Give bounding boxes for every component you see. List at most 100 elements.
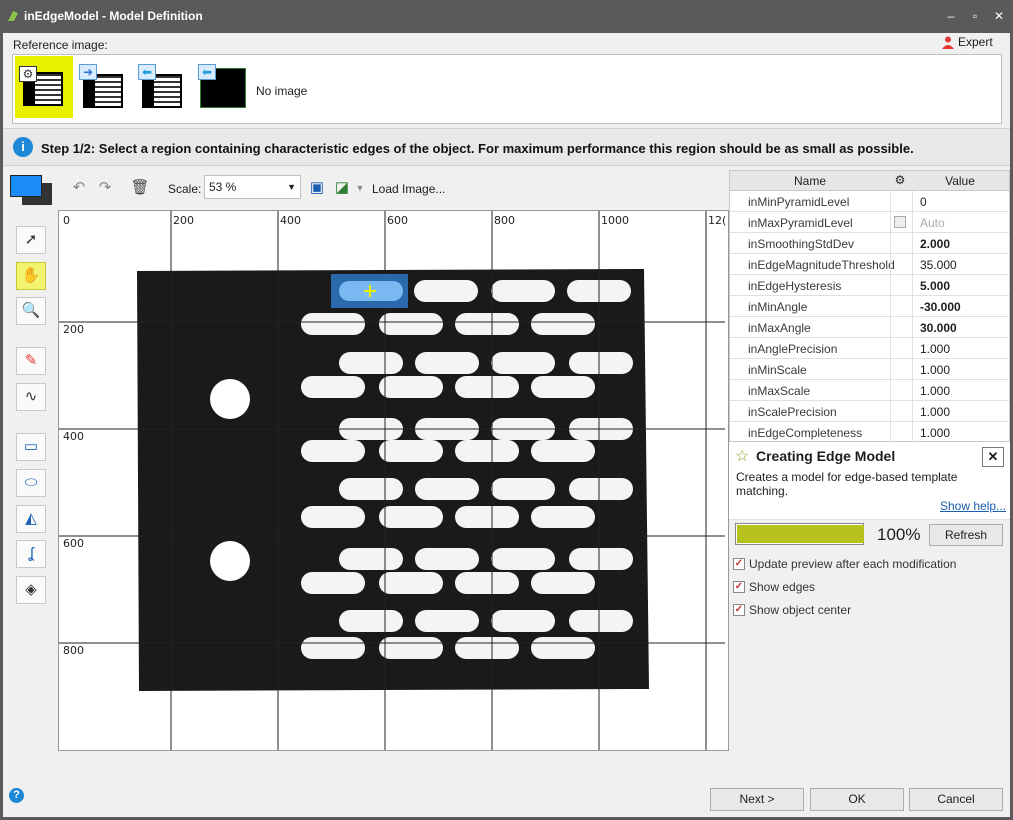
polygon-tool[interactable]: ◭ [16,505,46,533]
pan-tool[interactable]: ✋ [16,262,46,290]
lasso-tool[interactable]: ʆ [16,540,46,568]
property-row[interactable]: inSmoothingStdDev 2.000 [730,233,1009,254]
redo-icon[interactable]: ↷ [94,178,116,198]
minimize-button[interactable]: – [942,8,960,24]
plate-slot [531,637,595,659]
help-icon[interactable]: ? [9,788,24,803]
property-value[interactable]: 1.000 [920,342,950,356]
property-row[interactable]: inMaxScale 1.000 [730,380,1009,401]
plate-slot [415,478,479,500]
filter-info-panel: ☆ Creating Edge Model Creates a model fo… [729,442,1010,520]
ok-button[interactable]: OK [810,788,904,811]
fit-to-window-icon[interactable]: ▣ [306,178,328,198]
property-value[interactable]: 1.000 [920,405,950,419]
reference-thumb-current[interactable]: ⚙ [15,56,73,118]
plate-slot [491,352,555,374]
property-value[interactable]: 5.000 [920,279,950,293]
close-icon[interactable]: ✕ [982,447,1004,467]
ellipse-icon: ⬭ [24,474,38,491]
property-value[interactable]: -30.000 [920,300,961,314]
ruler-x-label: 400 [280,214,301,227]
property-row[interactable]: inEdgeCompleteness 1.000 [730,422,1009,443]
property-row[interactable]: inMinScale 1.000 [730,359,1009,380]
plate-slot [415,610,479,632]
close-button[interactable]: ✕ [990,8,1008,24]
hand-icon: ✋ [21,267,41,284]
plate-slot [301,637,365,659]
plate-slot [569,478,633,500]
plate-slot [379,506,443,528]
property-row[interactable]: inEdgeMagnitudeThreshold 35.000 [730,254,1009,275]
undo-icon[interactable]: ↶ [68,178,90,198]
property-name: inEdgeHysteresis [748,279,842,293]
lasso-icon: ʆ [28,545,34,562]
delete-icon[interactable]: 🗑 [129,178,151,198]
pencil-tool[interactable]: ✎ [16,347,46,375]
property-row[interactable]: inMinAngle -30.000 [730,296,1009,317]
ruler-x-label: 12( [708,214,726,227]
property-row[interactable]: inMaxPyramidLevel Auto [730,212,1009,233]
zoom-tool[interactable]: 🔍 [16,297,46,325]
next-button[interactable]: Next > [710,788,804,811]
plate-slot [455,440,519,462]
chevron-down-icon: ▼ [287,182,296,192]
gear-icon[interactable]: ⚙ [890,173,910,187]
reference-image-label: Reference image: [13,38,108,52]
rectangle-tool[interactable]: ▭ [16,433,46,461]
property-value[interactable]: 2.000 [920,237,950,251]
reference-thumb-previous[interactable]: ⬅ [136,62,188,110]
property-value[interactable]: 30.000 [920,321,957,335]
select-tool[interactable]: ➚ [16,226,46,254]
plate-slot [379,572,443,594]
property-row[interactable]: inAnglePrecision 1.000 [730,338,1009,359]
property-value[interactable]: 1.000 [920,384,950,398]
plate-slot [415,548,479,570]
freehand-tool[interactable]: ∿ [16,383,46,411]
plate-slot [339,548,403,570]
checkbox[interactable]: ✓ [733,581,745,593]
fill-tool[interactable]: ◈ [16,576,46,604]
plate-slot [531,440,595,462]
property-value[interactable]: 0 [920,195,927,209]
color-picker[interactable] [10,175,52,205]
property-row[interactable]: inScalePrecision 1.000 [730,401,1009,422]
property-row[interactable]: inEdgeHysteresis 5.000 [730,275,1009,296]
load-image-button[interactable]: Load Image... [372,182,445,196]
plate-slot [455,313,519,335]
plate-slot [455,637,519,659]
property-name: inMinScale [748,363,807,377]
show-help-link[interactable]: Show help... [940,499,1006,513]
ellipse-tool[interactable]: ⬭ [16,469,46,497]
property-row[interactable]: inMaxAngle 30.000 [730,317,1009,338]
checkbox[interactable]: ✓ [733,558,745,570]
polygon-icon: ◭ [25,510,37,527]
rectangle-icon: ▭ [23,438,39,455]
property-grid: Name ⚙ Value inMinPyramidLevel 0 inMaxPyr… [729,170,1010,443]
ruler-x-label: 200 [173,214,194,227]
property-row[interactable]: inMinPyramidLevel 0 [730,191,1009,212]
property-name: inEdgeMagnitudeThreshold [748,258,895,272]
auto-checkbox[interactable] [894,216,906,228]
option-label: Show edges [749,580,816,594]
refresh-button[interactable]: Refresh [929,524,1003,546]
option-label: Show object center [749,603,852,617]
paint-bucket-icon: ◈ [25,581,37,598]
property-value[interactable]: 1.000 [920,363,950,377]
checkbox[interactable]: ✓ [733,604,745,616]
chevron-down-icon[interactable]: ▼ [349,178,371,198]
reference-thumb-empty[interactable]: ⬅ [196,62,248,110]
plate-slot [491,548,555,570]
plate-slot [569,352,633,374]
cancel-button[interactable]: Cancel [909,788,1003,811]
ruler-y-label: 400 [63,430,84,443]
name-column-header: Name [793,174,826,188]
image-canvas[interactable]: 0 200 400 600 800 1000 12( 200 400 600 8… [58,210,729,751]
property-value[interactable]: 35.000 [920,258,957,272]
property-value[interactable]: Auto [920,216,945,230]
scale-select[interactable]: 53 % ▼ [204,175,301,199]
maximize-button[interactable]: ▫ [966,8,984,24]
reference-thumb-next[interactable]: ➜ [77,62,129,110]
property-value[interactable]: 1.000 [920,426,950,440]
arrow-left-icon: ⬅ [138,64,156,80]
magnifier-icon: 🔍 [21,302,41,319]
